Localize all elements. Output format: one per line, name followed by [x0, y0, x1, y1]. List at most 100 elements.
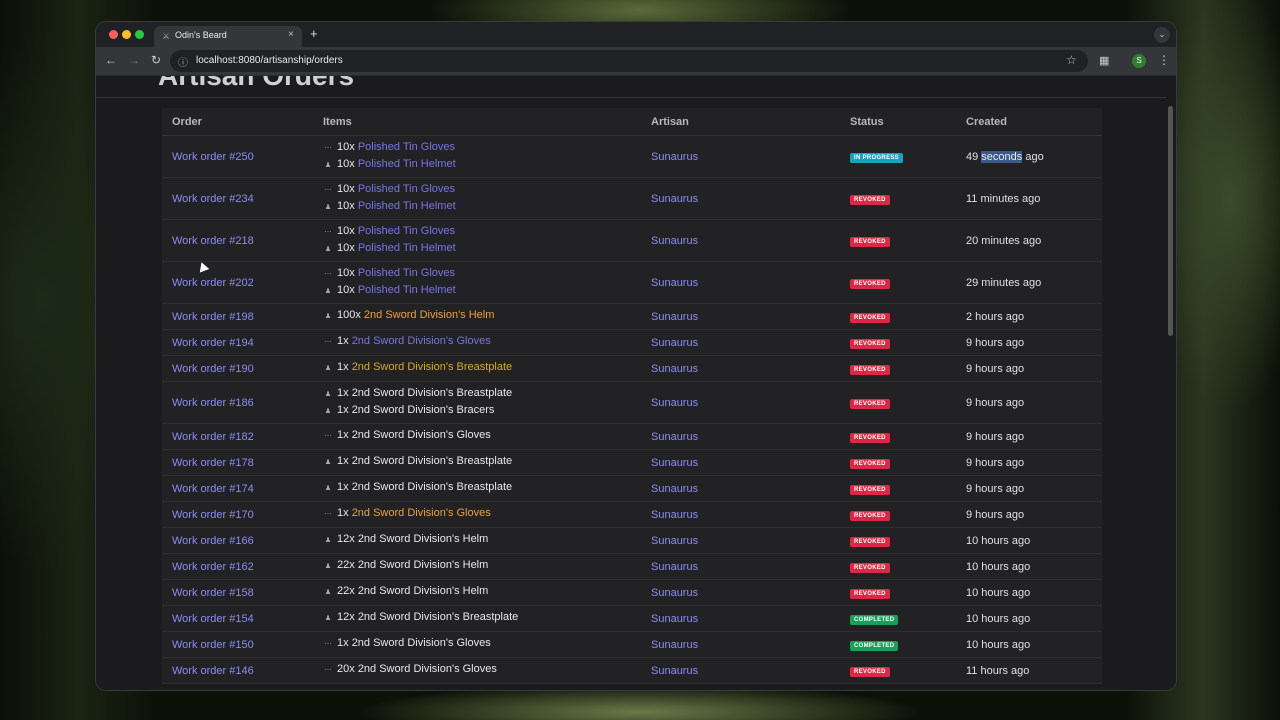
forward-arrow-icon[interactable]: → [128, 53, 140, 67]
order-link[interactable]: Work order #150 [172, 639, 254, 651]
order-link[interactable]: Work order #250 [172, 151, 254, 163]
bookmark-star-icon[interactable]: ☆ [1066, 53, 1077, 67]
order-link[interactable]: Work order #218 [172, 235, 254, 247]
artisan-link[interactable]: Sunaurus [651, 311, 698, 323]
item-quantity: 20x [337, 663, 355, 676]
created-time: 11 hours ago [966, 664, 1030, 677]
item-name[interactable]: Polished Tin Gloves [358, 183, 455, 195]
artisan-link[interactable]: Sunaurus [651, 431, 698, 443]
item-name[interactable]: 2nd Sword Division's Breastplate [352, 361, 512, 373]
item-name[interactable]: Polished Tin Helmet [358, 158, 456, 170]
column-header-order: Order [162, 108, 313, 136]
item-name[interactable]: Polished Tin Gloves [358, 225, 455, 237]
item-name: 2nd Sword Division's Gloves [351, 429, 491, 442]
artisan-link[interactable]: Sunaurus [651, 561, 698, 573]
item-icon: ♟ [324, 563, 332, 571]
created-time: 10 hours ago [966, 534, 1031, 547]
artisan-link[interactable]: Sunaurus [651, 483, 698, 495]
artisan-link[interactable]: Sunaurus [651, 665, 698, 677]
order-link[interactable]: Work order #178 [172, 457, 254, 469]
artisan-link[interactable]: Sunaurus [651, 587, 698, 599]
item-name[interactable]: Polished Tin Helmet [358, 242, 456, 254]
minimize-window-button[interactable] [122, 30, 131, 39]
item-quantity: 12x [337, 533, 355, 546]
item-name[interactable]: Polished Tin Gloves [358, 267, 455, 279]
artisan-link[interactable]: Sunaurus [651, 535, 698, 547]
status-badge: IN PROGRESS [850, 153, 903, 163]
artisan-link[interactable]: Sunaurus [651, 363, 698, 375]
new-tab-button[interactable]: + [310, 26, 318, 41]
artisan-link[interactable]: Sunaurus [651, 509, 698, 521]
order-link[interactable]: Work order #170 [172, 509, 254, 521]
site-info-icon[interactable]: ⓘ [178, 54, 188, 69]
close-window-button[interactable] [109, 30, 118, 39]
artisan-link[interactable]: Sunaurus [651, 639, 698, 651]
artisan-link[interactable]: Sunaurus [651, 337, 698, 349]
order-link[interactable]: Work order #146 [172, 665, 254, 677]
order-link[interactable]: Work order #202 [172, 277, 254, 289]
item-icon: ⋯ [324, 271, 332, 278]
order-link[interactable]: Work order #166 [172, 535, 254, 547]
item-quantity: 22x [337, 585, 355, 598]
table-row: Work order #202 ⋯ 10x Polished Tin Gloves ♟… [162, 261, 1102, 304]
order-item: ♟ 1x 2nd Sword Division's Breastplate [323, 386, 641, 403]
item-icon: ♟ [324, 287, 332, 295]
order-link[interactable]: Work order #154 [172, 613, 254, 625]
status-badge: COMPLETED [850, 641, 899, 651]
order-link[interactable]: Work order #182 [172, 431, 254, 443]
page-scrollbar[interactable] [1168, 106, 1173, 336]
column-header-items: Items [313, 108, 641, 136]
order-link[interactable]: Work order #190 [172, 363, 254, 375]
order-link[interactable]: Work order #194 [172, 337, 254, 349]
order-item: ⋯ 1x 2nd Sword Division's Gloves [323, 428, 641, 445]
tab-search-chevron-icon[interactable]: ⌄ [1154, 27, 1170, 43]
reload-icon[interactable]: ↻ [151, 53, 161, 67]
item-name[interactable]: 2nd Sword Division's Gloves [352, 335, 491, 347]
item-name: 2nd Sword Division's Gloves [351, 637, 491, 650]
tab-close-button[interactable]: × [288, 29, 294, 40]
orders-table-body: Work order #250 ⋯ 10x Polished Tin Gloves ♟… [162, 135, 1102, 684]
item-name[interactable]: Polished Tin Helmet [358, 200, 456, 212]
order-link[interactable]: Work order #234 [172, 193, 254, 205]
item-name[interactable]: Polished Tin Helmet [358, 284, 456, 296]
table-row: Work order #218 ⋯ 10x Polished Tin Gloves ♟… [162, 219, 1102, 262]
order-link[interactable]: Work order #162 [172, 561, 254, 573]
order-item: ⋯ 1x 2nd Sword Division's Gloves [323, 506, 641, 523]
order-item: ♟ 10x Polished Tin Helmet [323, 283, 641, 300]
column-header-artisan: Artisan [641, 108, 840, 136]
order-item: ⋯ 1x 2nd Sword Division's Gloves [323, 636, 641, 653]
artisan-link[interactable]: Sunaurus [651, 151, 698, 163]
item-icon: ⋯ [324, 511, 332, 519]
zoom-window-button[interactable] [135, 30, 144, 39]
profile-avatar[interactable]: S [1132, 54, 1146, 68]
back-arrow-icon[interactable]: ← [105, 53, 117, 67]
created-time: 9 hours ago [966, 430, 1025, 443]
table-row: Work order #146 ⋯ 20x 2nd Sword Division's… [162, 657, 1102, 684]
item-quantity: 10x [337, 283, 355, 296]
created-time: 10 hours ago [966, 560, 1031, 573]
artisan-link[interactable]: Sunaurus [651, 397, 698, 409]
order-link[interactable]: Work order #186 [172, 397, 254, 409]
browser-menu-icon[interactable]: ⋮ [1158, 53, 1170, 67]
status-badge: COMPLETED [850, 615, 899, 625]
artisan-link[interactable]: Sunaurus [651, 193, 698, 205]
order-link[interactable]: Work order #174 [172, 483, 254, 495]
order-item: ⋯ 20x 2nd Sword Division's Gloves [323, 662, 641, 679]
browser-tab[interactable]: ⚔ Odin's Beard × [154, 26, 302, 47]
table-row: Work order #150 ⋯ 1x 2nd Sword Division's … [162, 631, 1102, 658]
order-link[interactable]: Work order #158 [172, 587, 254, 599]
address-bar[interactable]: ⓘ localhost:8080/artisanship/orders ☆ [170, 50, 1088, 72]
extensions-puzzle-icon[interactable]: ▦ [1099, 54, 1109, 67]
order-item: ♟ 10x Polished Tin Helmet [323, 157, 641, 174]
item-name[interactable]: 2nd Sword Division's Helm [364, 309, 494, 321]
artisan-link[interactable]: Sunaurus [651, 457, 698, 469]
order-link[interactable]: Work order #198 [172, 311, 254, 323]
item-icon: ♟ [324, 537, 332, 545]
artisan-link[interactable]: Sunaurus [651, 235, 698, 247]
item-name[interactable]: 2nd Sword Division's Gloves [352, 507, 491, 519]
created-time: 11 minutes ago [966, 192, 1041, 205]
url-text[interactable]: localhost:8080/artisanship/orders [196, 55, 343, 66]
artisan-link[interactable]: Sunaurus [651, 277, 698, 289]
item-name[interactable]: Polished Tin Gloves [358, 141, 455, 153]
artisan-link[interactable]: Sunaurus [651, 613, 698, 625]
